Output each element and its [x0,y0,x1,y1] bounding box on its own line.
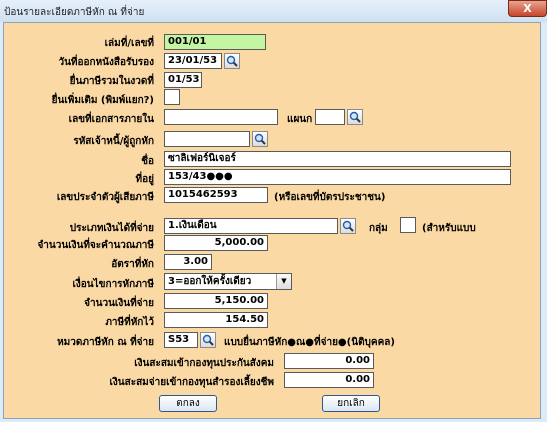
group-note: (สำหรับแบบ [422,223,476,234]
creditor-code-label: รหัสเจ้าหนี้/ผู้ถูกหัก [73,136,154,147]
department-field[interactable] [315,109,345,125]
wht-category-lookup-button[interactable] [200,332,216,348]
condition-selected-value: 3=ออกให้ครั้งเดียว [168,276,252,287]
creditor-lookup-button[interactable] [252,131,268,147]
close-button[interactable]: X [508,0,547,17]
calc-amount-label: จำนวนเงินที่จะคำนวณภาษี [37,240,154,251]
title-bar: ป้อนรายละเอียดภาษีหัก ณ ที่จ่าย X [0,0,547,22]
income-type-lookup-button[interactable] [340,218,356,234]
tax-withheld-field[interactable]: 154.50 [164,312,268,328]
tax-withheld-label: ภาษีที่หักไว้ [105,317,154,328]
additional-filing-checkbox[interactable] [164,89,180,105]
wht-category-label: หมวดภาษีหัก ณ ที่จ่าย [57,337,154,348]
tax-id-field[interactable]: 1015462593 [164,187,268,203]
provident-fund-field[interactable]: 0.00 [284,372,374,388]
provident-fund-label: เงินสะสมจ่ายเข้ากองทุนสำรองเลี้ยงชีพ [109,377,274,388]
additional-filing-label: ยื่นเพิ่มเติม (พิมพ์แยก?) [51,95,154,106]
condition-select[interactable]: 3=ออกให้ครั้งเดียว ▼ [164,273,292,290]
social-fund-label: เงินสะสมเข้ากองทุนประกันสังคม [134,358,274,369]
group-label: กลุ่ม [369,223,388,234]
date-picker-button[interactable] [224,53,240,69]
dialog-window: ป้อนรายละเอียดภาษีหัก ณ ที่จ่าย X เล่มที… [0,0,547,422]
internal-doc-field[interactable] [164,109,278,125]
paid-amount-field[interactable]: 5,150.00 [164,293,268,309]
wht-category-note: แบบยื่นภาษีหัก●ณ●ที่จ่าย●(นิติบุคคล) [224,337,395,348]
creditor-code-field[interactable] [164,131,250,147]
rate-field[interactable]: 3.00 [164,254,212,270]
tax-id-label: เลขประจำตัวผู้เสียภาษี [56,192,154,203]
address-field[interactable]: 153/43●●● [164,169,511,185]
ok-button[interactable]: ตกลง [159,395,217,412]
book-no-field[interactable]: 001/01 [164,34,266,50]
rate-label: อัตราที่หัก [111,259,154,270]
social-fund-field[interactable]: 0.00 [284,353,374,369]
book-no-label: เล่มที่/เลขที่ [104,38,154,49]
cancel-button[interactable]: ยกเลิก [322,395,380,412]
issue-date-label: วันที่ออกหนังสือรับรอง [58,57,154,68]
paid-amount-label: จำนวนเงินที่จ่าย [84,298,154,309]
magnifier-icon [254,133,266,145]
department-label: แผนก [287,114,313,125]
form-panel: เล่มที่/เลขที่ 001/01 วันที่ออกหนังสือรั… [3,22,541,419]
tax-id-note: (หรือเลขที่บัตรประชาชน) [274,192,386,203]
magnifier-icon [202,334,214,346]
calc-amount-field[interactable]: 5,000.00 [164,235,268,251]
chevron-down-icon[interactable]: ▼ [276,274,291,289]
income-type-label: ประเภทเงินได้ที่จ่าย [69,223,154,234]
tax-period-field[interactable]: 01/53 [164,72,202,88]
magnifier-icon [226,55,238,67]
magnifier-icon [342,220,354,232]
income-type-field[interactable]: 1.เงินเดือน [164,218,338,234]
name-label: ชื่อ [141,156,154,167]
group-field[interactable] [400,217,416,233]
name-field[interactable]: ซาลิเฟอร์นิเจอร์ [164,151,511,167]
department-lookup-button[interactable] [347,109,363,125]
internal-doc-label: เลขที่เอกสารภายใน [68,114,154,125]
condition-label: เงื่อนไขการหักภาษี [72,279,155,290]
issue-date-field[interactable]: 23/01/53 [164,53,222,69]
wht-category-field[interactable]: S53 [164,332,198,348]
magnifier-icon [349,111,361,123]
tax-period-label: ยื่นภาษีรวมในงวดที่ [69,76,154,87]
address-label: ที่อยู่ [135,174,154,185]
window-title: ป้อนรายละเอียดภาษีหัก ณ ที่จ่าย [4,7,145,18]
